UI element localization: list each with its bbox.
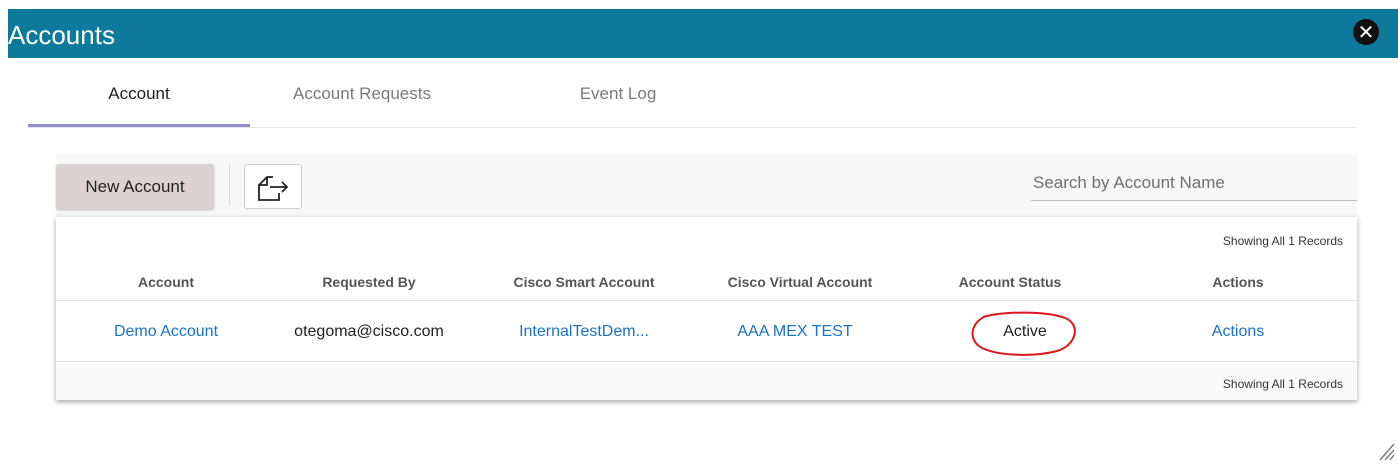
tab-account[interactable]: Account [28,64,250,128]
tab-event-log[interactable]: Event Log [508,64,728,128]
table-row: Demo Account otegoma@cisco.com InternalT… [56,302,1357,362]
toolbar-divider [229,165,230,205]
column-header-actions: Actions [1212,274,1264,290]
actions-link[interactable]: Actions [1178,323,1298,341]
export-button[interactable] [244,164,302,209]
export-icon [258,176,289,201]
accounts-dialog: Accounts ✕ Account Account Requests Even… [0,0,1398,468]
column-header-account-status[interactable]: Account Status [930,274,1090,290]
column-header-virtual-account[interactable]: Cisco Virtual Account [700,274,900,290]
tab-account-requests[interactable]: Account Requests [250,64,474,128]
tab-bar: Account Account Requests Event Log [28,64,1357,128]
title-bar: Accounts [8,9,1398,58]
accounts-table-card: Showing All 1 Records Account Requested … [56,217,1357,400]
search-placeholder: Search by Account Name [1033,173,1225,192]
close-icon[interactable]: ✕ [1353,19,1379,45]
active-tab-indicator [28,124,250,127]
column-header-account[interactable]: Account [96,274,236,290]
dialog-title: Accounts [8,20,115,50]
account-name-link[interactable]: Demo Account [96,323,236,341]
new-account-button[interactable]: New Account [56,164,214,209]
search-input[interactable]: Search by Account Name [1031,165,1357,201]
smart-account-link[interactable]: InternalTestDem... [499,323,669,341]
resize-handle-icon[interactable] [1378,440,1396,462]
records-count-bottom: Showing All 1 Records [1222,377,1343,391]
requested-by-cell: otegoma@cisco.com [294,323,444,340]
records-count-top: Showing All 1 Records [1222,234,1343,248]
toolbar: New Account Search by Account Name [56,155,1357,217]
column-header-requested-by[interactable]: Requested By [284,274,454,290]
status-annotation-circle [971,311,1076,356]
column-header-smart-account[interactable]: Cisco Smart Account [489,274,679,290]
table-header: Account Requested By Cisco Smart Account… [56,261,1357,301]
table-footer: Showing All 1 Records [56,363,1357,400]
virtual-account-link[interactable]: AAA MEX TEST [710,323,880,341]
